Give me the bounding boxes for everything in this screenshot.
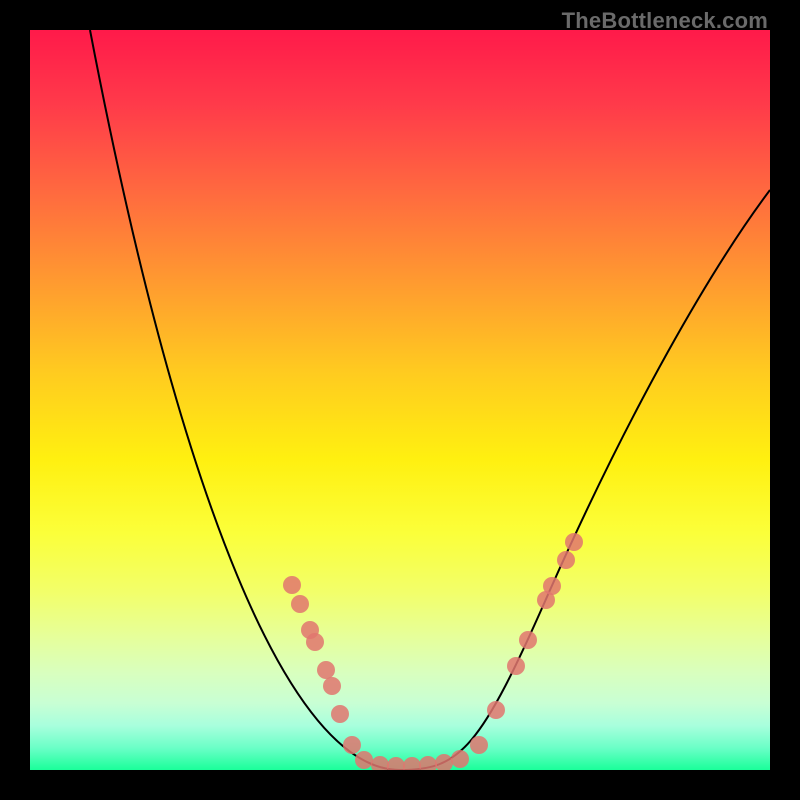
data-marker — [355, 751, 373, 769]
bottleneck-curve — [90, 30, 770, 770]
data-marker — [317, 661, 335, 679]
data-marker — [306, 633, 324, 651]
data-marker — [283, 576, 301, 594]
data-marker — [387, 757, 405, 770]
data-marker — [343, 736, 361, 754]
data-marker — [519, 631, 537, 649]
watermark: TheBottleneck.com — [562, 8, 768, 34]
data-marker — [323, 677, 341, 695]
chart-root: TheBottleneck.com — [0, 0, 800, 800]
data-marker — [435, 754, 453, 770]
data-marker — [451, 750, 469, 768]
data-marker — [557, 551, 575, 569]
data-marker — [487, 701, 505, 719]
data-marker — [470, 736, 488, 754]
plot-area — [30, 30, 770, 770]
curve-svg — [30, 30, 770, 770]
data-marker — [543, 577, 561, 595]
data-marker — [403, 757, 421, 770]
marker-group — [283, 533, 583, 770]
data-marker — [507, 657, 525, 675]
data-marker — [291, 595, 309, 613]
data-marker — [331, 705, 349, 723]
data-marker — [419, 756, 437, 770]
data-marker — [565, 533, 583, 551]
data-marker — [371, 756, 389, 770]
